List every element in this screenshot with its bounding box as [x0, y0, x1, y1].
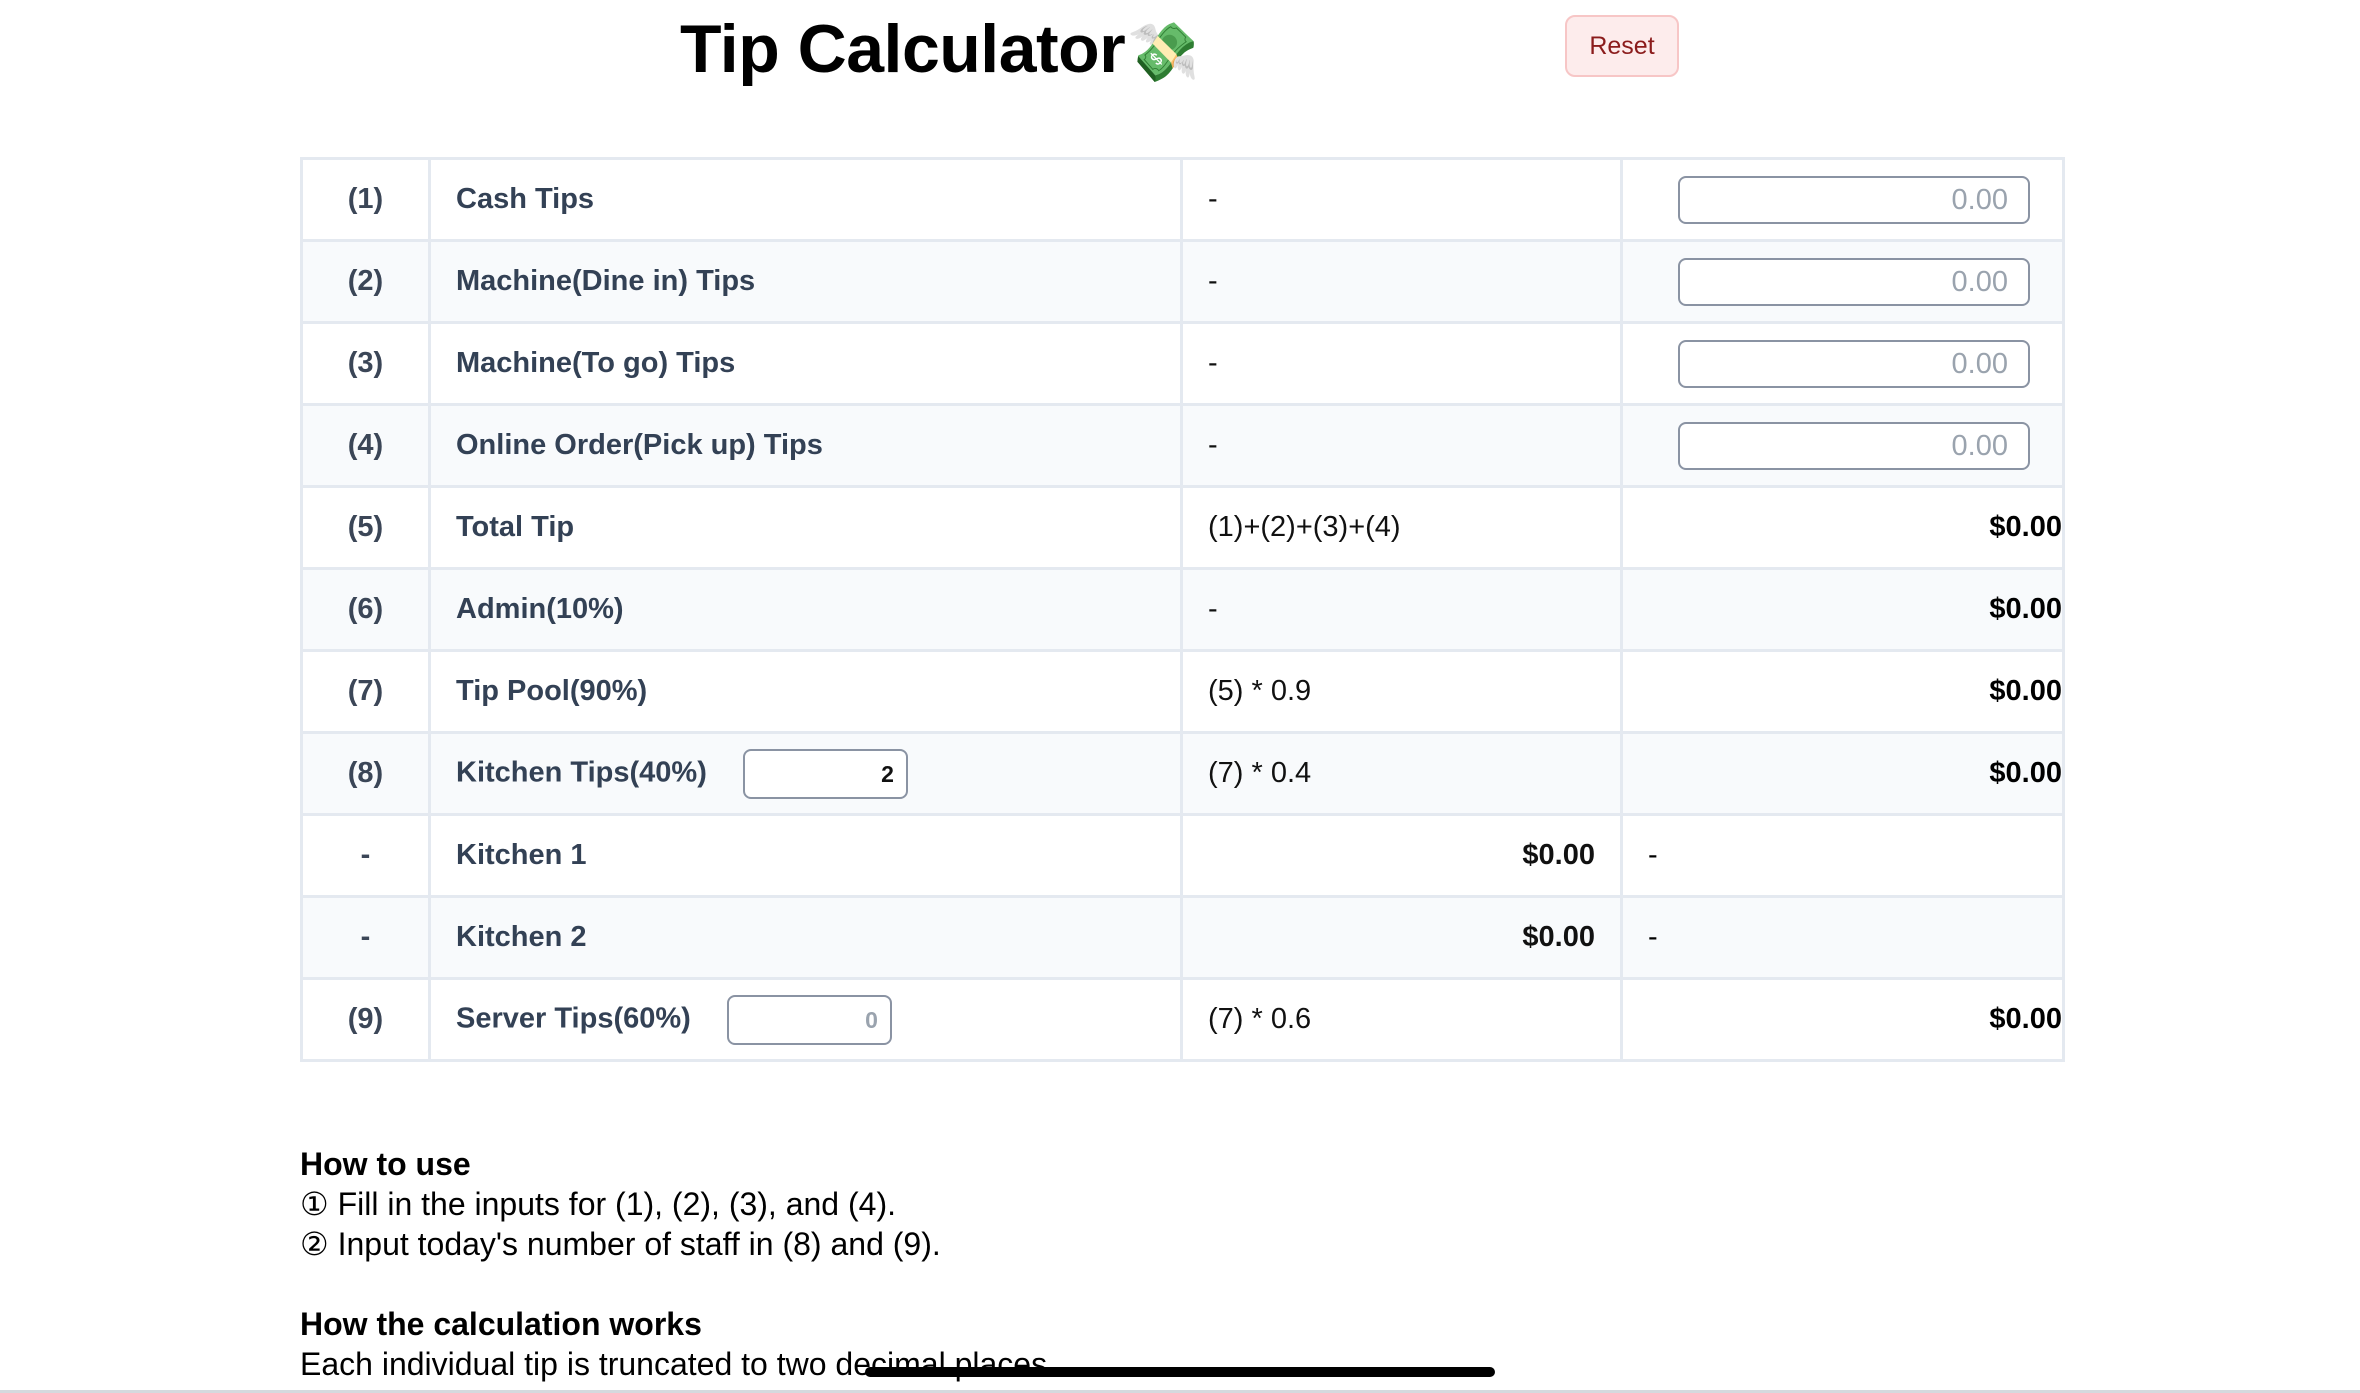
value-text: $0.00: [1989, 757, 2062, 789]
row-number: (1): [300, 157, 431, 242]
row-number: (4): [300, 403, 431, 488]
how-to-use-step-1: ① Fill in the inputs for (1), (2), (3), …: [300, 1186, 896, 1222]
row-label: Kitchen 2: [428, 895, 1183, 980]
table-row: (6) Admin(10%) - $0.00: [300, 567, 2065, 652]
row-formula: (5) * 0.9: [1180, 649, 1623, 734]
table-row: (8) Kitchen Tips(40%) 2 (7) * 0.4 $0.00: [300, 731, 2065, 816]
tip-table: (1) Cash Tips - 0.00 (2) Machine(Dine in…: [300, 157, 2065, 1062]
row-formula: -: [1180, 567, 1623, 652]
table-row: (3) Machine(To go) Tips - 0.00: [300, 321, 2065, 406]
row-label-cell: Server Tips(60%) 0: [428, 977, 1183, 1062]
table-row: (5) Total Tip (1)+(2)+(3)+(4) $0.00: [300, 485, 2065, 570]
input-cell: 0.00: [1620, 321, 2065, 406]
row-formula: -: [1180, 239, 1623, 324]
row-formula: (7) * 0.6: [1180, 977, 1623, 1062]
row-number: (9): [300, 977, 431, 1062]
value-text: $0.00: [1989, 511, 2062, 543]
kitchen-tips-value: $0.00: [1620, 731, 2065, 816]
how-to-use-heading: How to use: [300, 1146, 471, 1182]
row-label: Total Tip: [428, 485, 1183, 570]
table-row: (9) Server Tips(60%) 0 (7) * 0.6 $0.00: [300, 977, 2065, 1062]
money-with-wings-icon: 💸: [1127, 20, 1199, 85]
row-number: -: [300, 895, 431, 980]
row-label: Kitchen Tips(40%): [456, 756, 707, 789]
cash-tips-input[interactable]: 0.00: [1678, 175, 2030, 224]
input-cell: 0.00: [1620, 403, 2065, 488]
total-tip-value: $0.00: [1620, 485, 2065, 570]
home-indicator: [865, 1367, 1495, 1377]
value-text: $0.00: [1989, 675, 2062, 707]
row-formula: -: [1180, 157, 1623, 242]
server-tips-value: $0.00: [1620, 977, 2065, 1062]
admin-value: $0.00: [1620, 567, 2065, 652]
server-staff-input[interactable]: 0: [726, 994, 892, 1045]
row-number: (2): [300, 239, 431, 324]
machine-to-go-tips-input[interactable]: 0.00: [1678, 339, 2030, 388]
table-row: (7) Tip Pool(90%) (5) * 0.9 $0.00: [300, 649, 2065, 734]
how-to-use-section: How to use ① Fill in the inputs for (1),…: [300, 1144, 941, 1264]
row-label: Cash Tips: [428, 157, 1183, 242]
table-row: - Kitchen 2 $0.00 -: [300, 895, 2065, 980]
kitchen-2-amount: $0.00: [1180, 895, 1623, 980]
row-number: (6): [300, 567, 431, 652]
row-formula: (7) * 0.4: [1180, 731, 1623, 816]
input-cell: 0.00: [1620, 157, 2065, 242]
row-label: Tip Pool(90%): [428, 649, 1183, 734]
row-label: Server Tips(60%): [456, 1002, 691, 1035]
row-number: (3): [300, 321, 431, 406]
row-number: (5): [300, 485, 431, 570]
row-label: Machine(Dine in) Tips: [428, 239, 1183, 324]
row-number: (8): [300, 731, 431, 816]
title-text: Tip Calculator: [680, 11, 1126, 87]
row-formula: -: [1180, 403, 1623, 488]
kitchen-staff-input[interactable]: 2: [742, 748, 908, 799]
row-label: Admin(10%): [428, 567, 1183, 652]
row-number: (7): [300, 649, 431, 734]
row-label: Online Order(Pick up) Tips: [428, 403, 1183, 488]
online-order-tips-input[interactable]: 0.00: [1678, 421, 2030, 470]
table-row: (2) Machine(Dine in) Tips - 0.00: [300, 239, 2065, 324]
value-text: $0.00: [1989, 593, 2062, 625]
machine-dine-in-tips-input[interactable]: 0.00: [1678, 257, 2030, 306]
row-label: Machine(To go) Tips: [428, 321, 1183, 406]
page-title: Tip Calculator💸: [680, 4, 1199, 98]
row-label: Kitchen 1: [428, 813, 1183, 898]
how-to-use-step-2: ② Input today's number of staff in (8) a…: [300, 1226, 941, 1262]
reset-button[interactable]: Reset: [1565, 15, 1679, 77]
table-row: (1) Cash Tips - 0.00: [300, 157, 2065, 242]
table-row: - Kitchen 1 $0.00 -: [300, 813, 2065, 898]
input-cell: 0.00: [1620, 239, 2065, 324]
row-label-cell: Kitchen Tips(40%) 2: [428, 731, 1183, 816]
how-calc-line-1: Each individual tip is truncated to two …: [300, 1346, 1056, 1382]
tip-pool-value: $0.00: [1620, 649, 2065, 734]
how-calc-heading: How the calculation works: [300, 1306, 702, 1342]
row-number: -: [300, 813, 431, 898]
table-row: (4) Online Order(Pick up) Tips - 0.00: [300, 403, 2065, 488]
value-text: $0.00: [1989, 1003, 2062, 1035]
kitchen-1-amount: $0.00: [1180, 813, 1623, 898]
row-formula: -: [1180, 321, 1623, 406]
row-value: -: [1620, 895, 2065, 980]
row-value: -: [1620, 813, 2065, 898]
row-formula: (1)+(2)+(3)+(4): [1180, 485, 1623, 570]
